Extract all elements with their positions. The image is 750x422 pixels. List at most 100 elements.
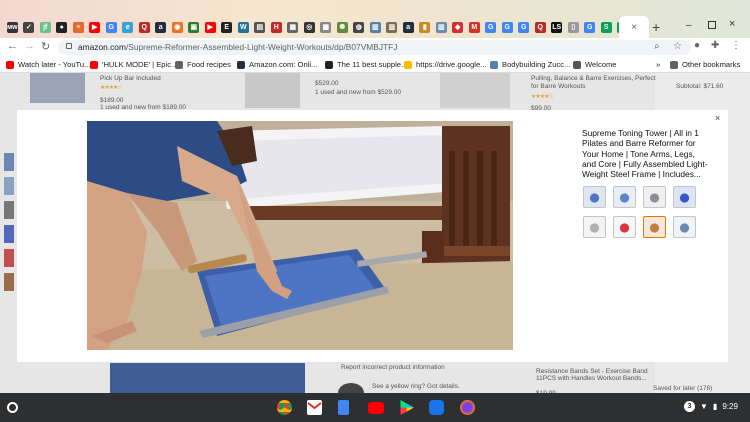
tab-active[interactable]: ×: [619, 16, 649, 38]
browser-tab[interactable]: ▣: [186, 19, 203, 35]
browser-tab[interactable]: ≡: [70, 19, 87, 35]
browser-tab[interactable]: jf: [37, 19, 54, 35]
browser-tab[interactable]: ▩: [318, 19, 335, 35]
close-tab-icon[interactable]: ×: [631, 22, 637, 33]
browser-tab[interactable]: a: [153, 19, 170, 35]
back-icon[interactable]: ←: [7, 40, 18, 52]
thumb-tower-frame[interactable]: [643, 186, 666, 208]
main-product-image[interactable]: [87, 121, 513, 350]
browser-tab[interactable]: ▶: [87, 19, 104, 35]
youtube-icon[interactable]: [368, 402, 384, 414]
browser-tab[interactable]: ▤: [252, 19, 269, 35]
thumb-red-ball[interactable]: [613, 216, 636, 238]
new-tab-icon[interactable]: +: [652, 19, 660, 35]
firefox-icon[interactable]: [460, 400, 475, 415]
browser-tab[interactable]: G: [582, 19, 599, 35]
browser-tab[interactable]: ▶: [202, 19, 219, 35]
browser-tab[interactable]: G: [499, 19, 516, 35]
zoom-icon[interactable]: ⌕: [654, 41, 660, 52]
browser-tab[interactable]: ▥: [367, 19, 384, 35]
minimize-icon[interactable]: –: [686, 20, 692, 31]
window-close-icon[interactable]: ×: [729, 18, 735, 30]
google-icon: G: [518, 21, 530, 33]
browser-tab[interactable]: Q: [532, 19, 549, 35]
browser-tab[interactable]: ◆: [450, 19, 467, 35]
chrome-icon[interactable]: [277, 400, 292, 415]
ls-icon: LS: [551, 21, 563, 33]
youtube-icon: ▶: [204, 21, 216, 33]
browser-tab[interactable]: ✓: [21, 19, 38, 35]
bookmark-item[interactable]: Amazon.com: Onli...: [237, 60, 317, 69]
browser-tab[interactable]: e: [120, 19, 137, 35]
docs-icon[interactable]: [338, 400, 349, 415]
browser-tab[interactable]: a: [400, 19, 417, 35]
browser-tab[interactable]: ᴍᴡ: [4, 19, 21, 35]
circle-icon: ◉: [171, 21, 183, 33]
browser-tab[interactable]: G: [103, 19, 120, 35]
browser-tab[interactable]: ◍: [351, 19, 368, 35]
browser-tab[interactable]: ▯: [565, 19, 582, 35]
profile-icon[interactable]: ●: [694, 40, 700, 51]
right-product-image: [440, 73, 510, 108]
gmail-icon: M: [468, 21, 480, 33]
browser-tab[interactable]: M: [466, 19, 483, 35]
browser-tab[interactable]: Q: [136, 19, 153, 35]
quora-icon: Q: [138, 21, 150, 33]
maximize-icon[interactable]: [708, 21, 716, 29]
thumb-dvd-disc[interactable]: [673, 186, 696, 208]
browser-tab[interactable]: ◎: [301, 19, 318, 35]
browser-tab[interactable]: LS: [549, 19, 566, 35]
browser-tab[interactable]: ✺: [334, 19, 351, 35]
lock-icon[interactable]: [66, 43, 72, 49]
browser-tab[interactable]: W: [235, 19, 252, 35]
messages-icon[interactable]: [429, 400, 444, 415]
notification-count[interactable]: 3: [684, 401, 695, 412]
play-store-icon[interactable]: [400, 400, 414, 415]
launcher-icon[interactable]: [7, 402, 18, 413]
browser-tab[interactable]: G: [483, 19, 500, 35]
url-path: /Supreme-Reformer-Assembled-Light-Weight…: [125, 42, 398, 52]
browser-tab[interactable]: E: [219, 19, 236, 35]
forward-icon[interactable]: →: [24, 40, 35, 52]
url-text[interactable]: amazon.com/Supreme-Reformer-Assembled-Li…: [78, 42, 397, 52]
browser-tab[interactable]: ●: [54, 19, 71, 35]
browser-tab[interactable]: ▥: [384, 19, 401, 35]
bookmark-item[interactable]: Welcome: [573, 60, 617, 69]
browser-tab[interactable]: H: [268, 19, 285, 35]
bookmark-label: Amazon.com: Onli...: [249, 60, 318, 69]
thumb-standing-pose[interactable]: [673, 216, 696, 238]
browser-tab[interactable]: G: [516, 19, 533, 35]
bookmark-item[interactable]: Watch later - YouTu...: [6, 60, 90, 69]
thumb-stretch-pose[interactable]: [583, 216, 606, 238]
url-host: amazon.com: [78, 42, 126, 52]
red-icon: ◆: [452, 21, 464, 33]
bookmark-item[interactable]: https://drive.google...: [404, 60, 487, 69]
thumb-reformer-side[interactable]: [613, 186, 636, 208]
other-bookmarks[interactable]: Other bookmarks: [670, 60, 740, 69]
extensions-icon[interactable]: ✚: [711, 40, 719, 51]
reload-icon[interactable]: ↻: [41, 40, 50, 53]
star-icon[interactable]: ☆: [673, 41, 682, 52]
paper-icon: ▦: [287, 21, 299, 33]
mask-icon: ◍: [353, 21, 365, 33]
bookmark-item[interactable]: 'HULK MODE' | Epic...: [90, 60, 177, 69]
bookmark-item[interactable]: Food recipes: [175, 60, 231, 69]
thumb-reformer-blue[interactable]: [583, 186, 606, 208]
status-area[interactable]: 3 ▼ ▮ 9:29: [684, 401, 738, 412]
browser-tab[interactable]: ◉: [169, 19, 186, 35]
bookmark-item[interactable]: The 11 best supple...: [325, 60, 407, 69]
pic3-icon: ▥: [435, 21, 447, 33]
browser-tab[interactable]: ▥: [433, 19, 450, 35]
close-icon[interactable]: ×: [715, 113, 720, 123]
menu-icon[interactable]: ⋮: [731, 40, 741, 51]
browser-tab[interactable]: S: [598, 19, 615, 35]
thumb-video-fold[interactable]: [643, 216, 666, 238]
address-bar[interactable]: amazon.com/Supreme-Reformer-Assembled-Li…: [58, 40, 691, 55]
bookmark-item[interactable]: Bodybuilding Zucc...: [490, 60, 570, 69]
bookmark-label: The 11 best supple...: [337, 60, 408, 69]
browser-tab[interactable]: ▦: [285, 19, 302, 35]
page-text: $189.00: [100, 97, 124, 104]
gmail-icon[interactable]: [307, 400, 322, 415]
more-bookmarks-icon[interactable]: »: [656, 60, 660, 69]
browser-tab[interactable]: ▮: [417, 19, 434, 35]
